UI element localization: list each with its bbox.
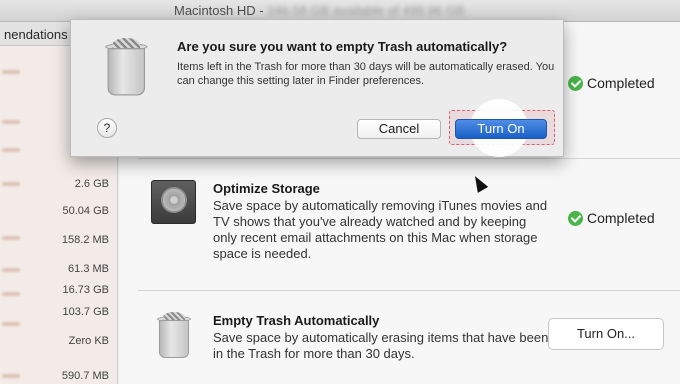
optimize-storage-status: Completed: [568, 210, 655, 226]
sidebar-size: 61.3 MB: [68, 263, 109, 275]
sidebar-size: 16.73 GB: [62, 284, 109, 296]
empty-trash-title: Empty Trash Automatically: [213, 313, 380, 328]
trash-icon: [157, 312, 191, 358]
sidebar-size: 50.04 GB: [62, 205, 109, 217]
window-title-availability: 246.58 GB available of 499.96 GB: [267, 3, 465, 18]
sidebar-size: 103.7 GB: [62, 306, 109, 318]
sidebar-item-marker: [2, 120, 20, 124]
dialog-message: Items left in the Trash for more than 30…: [177, 61, 555, 87]
sidebar-size: 158.2 MB: [61, 234, 109, 246]
sidebar-item-marker: [2, 374, 20, 378]
checkmark-icon: [568, 210, 583, 226]
optimize-storage-status-label: Completed: [587, 210, 655, 226]
sidebar-item-marker: [2, 148, 20, 152]
empty-trash-description: Save space by automatically erasing item…: [213, 330, 549, 361]
optimize-storage-title: Optimize Storage: [213, 181, 320, 196]
sidebar-size: Zero KB: [68, 335, 109, 347]
sidebar-item-marker: [2, 292, 20, 296]
checkmark-icon: [568, 75, 583, 91]
window-title-label: Macintosh HD -: [174, 3, 268, 18]
sidebar-item-marker: [2, 182, 20, 186]
trash-icon: [105, 38, 148, 96]
help-button[interactable]: ?: [97, 118, 117, 138]
first-section-status-label: Completed: [587, 75, 655, 91]
cancel-button[interactable]: Cancel: [357, 119, 441, 139]
sidebar-item-marker: [2, 70, 20, 74]
confirm-empty-trash-dialog: Are you sure you want to empty Trash aut…: [70, 19, 564, 157]
sidebar-item-marker: [2, 236, 20, 240]
empty-trash-turn-on-button[interactable]: Turn On...: [548, 318, 664, 350]
hard-drive-icon: [151, 180, 196, 224]
sidebar-size: 590.7 MB: [61, 370, 109, 382]
sidebar-item-marker: [2, 322, 20, 326]
optimize-storage-description: Save space by automatically removing iTu…: [213, 198, 548, 261]
sidebar-item-marker: [2, 268, 20, 272]
section-divider: [138, 290, 680, 291]
sidebar-size: 2.6 GB: [74, 178, 109, 190]
turn-on-button[interactable]: Turn On: [455, 119, 547, 139]
dialog-title: Are you sure you want to empty Trash aut…: [177, 39, 508, 54]
first-section-status: Completed: [568, 75, 655, 91]
window-title: Macintosh HD - 246.58 GB available of 49…: [174, 3, 465, 18]
section-divider: [138, 158, 680, 159]
